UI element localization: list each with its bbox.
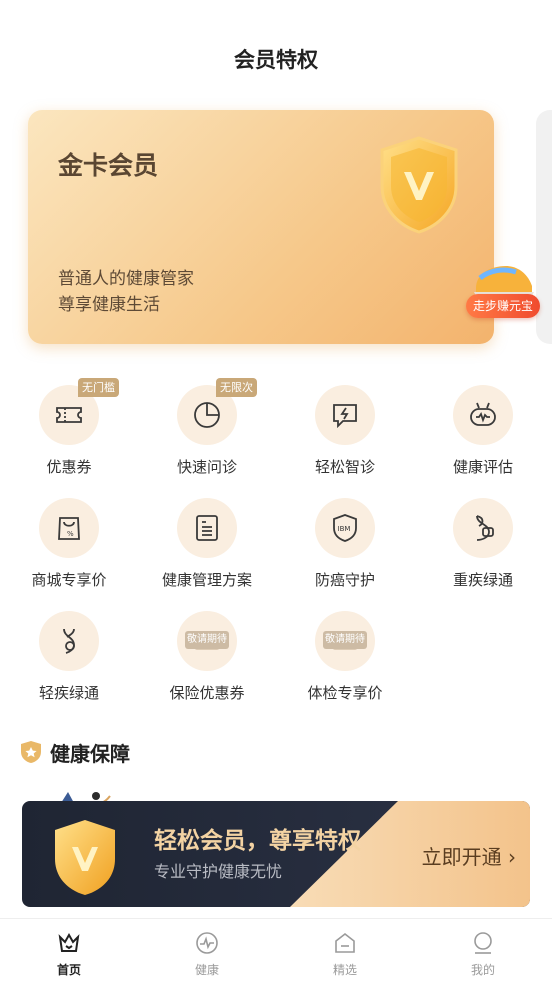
membership-upsell-banner[interactable]: 轻松会员，尊享特权 专业守护健康无忧 立即开通 › <box>22 801 530 907</box>
tag-badge: 无门槛 <box>78 378 119 397</box>
icon-circle: 敬请期待 <box>177 611 237 671</box>
tab-selection[interactable]: 精选 <box>276 919 414 981</box>
banner-title: 轻松会员，尊享特权 <box>154 828 361 854</box>
icon-circle <box>39 611 99 671</box>
benefit-health-plan[interactable]: 健康管理方案 <box>138 483 276 593</box>
promo-label: 走步赚元宝 <box>466 294 540 318</box>
icon-circle <box>453 385 513 445</box>
coming-soon-badge: 敬请期待 <box>323 631 367 649</box>
ibm-shield-icon: IBM <box>333 514 357 542</box>
chat-lightning-icon <box>333 404 357 429</box>
benefit-coupon[interactable]: 无门槛 优惠券 <box>0 370 138 480</box>
activate-button[interactable]: 立即开通 › <box>422 841 516 870</box>
benefit-health-assessment[interactable]: 健康评估 <box>414 370 552 480</box>
gold-shield-v-icon <box>55 820 115 895</box>
step-reward-promo[interactable]: 走步赚元宝 <box>466 258 542 322</box>
benefit-label: 优惠券 <box>46 458 92 476</box>
benefit-mall-price[interactable]: % 商城专享价 <box>0 483 138 593</box>
tab-label: 精选 <box>332 963 357 977</box>
gold-shield-v-icon <box>380 136 458 234</box>
selection-icon <box>335 932 355 953</box>
robot-icon <box>470 402 496 426</box>
benefit-label: 商城专享价 <box>31 571 107 589</box>
icon-circle <box>453 498 513 558</box>
benefit-cancer-guard[interactable]: IBM 防癌守护 <box>276 483 414 593</box>
tab-health[interactable]: 健康 <box>138 919 276 981</box>
tab-label: 首页 <box>56 963 81 977</box>
benefit-smart-diagnosis[interactable]: 轻松智诊 <box>276 370 414 480</box>
document-icon <box>196 515 218 541</box>
svg-text:IBM: IBM <box>338 525 351 533</box>
benefit-label: 轻疾绿通 <box>38 684 99 702</box>
home-crown-icon <box>58 932 80 952</box>
icon-circle: 敬请期待 <box>315 611 375 671</box>
icon-circle: IBM <box>315 498 375 558</box>
icon-circle <box>177 498 237 558</box>
pulse-icon <box>196 932 218 954</box>
sneaker-icon <box>474 266 534 296</box>
star-shield-icon <box>21 741 41 763</box>
benefit-insurance-coupon: 敬请期待 保险优惠券 <box>138 596 276 706</box>
ticket-icon <box>56 407 82 423</box>
benefit-label: 保险优惠券 <box>169 684 245 702</box>
section-title: 健康保障 <box>50 742 130 766</box>
clock-icon <box>194 402 220 428</box>
activate-label: 立即开通 <box>421 845 502 869</box>
benefit-checkup-price: 敬请期待 体检专享价 <box>276 596 414 706</box>
banner-subtitle: 专业守护健康无忧 <box>154 862 283 881</box>
coming-soon-badge: 敬请期待 <box>185 631 229 649</box>
tab-label: 我的 <box>470 963 495 977</box>
svg-text:%: % <box>67 530 74 538</box>
chevron-right-icon: › <box>508 845 516 869</box>
benefit-major-illness[interactable]: 重疾绿通 <box>414 483 552 593</box>
benefit-quick-consult[interactable]: 无限次 快速问诊 <box>138 370 276 480</box>
bottom-tab-bar: 首页 健康 精选 我的 <box>0 918 552 981</box>
benefit-label: 防癌守护 <box>314 571 375 589</box>
benefit-label: 快速问诊 <box>176 458 237 476</box>
dna-chat-icon <box>476 515 494 541</box>
page-title: 会员特权 <box>234 48 318 72</box>
card-slogan-1: 普通人的健康管家 <box>58 269 194 289</box>
benefit-label: 健康管理方案 <box>161 571 252 589</box>
membership-card[interactable]: 金卡会员 普通人的健康管家 尊享健康生活 <box>28 110 494 344</box>
card-title: 金卡会员 <box>58 151 159 180</box>
shopping-bag-icon: % <box>58 517 80 540</box>
dna-icon <box>63 628 75 654</box>
icon-circle: % <box>39 498 99 558</box>
benefit-label: 健康评估 <box>452 458 513 476</box>
tag-badge: 无限次 <box>216 378 257 397</box>
benefit-minor-illness[interactable]: 轻疾绿通 <box>0 596 138 706</box>
icon-circle <box>315 385 375 445</box>
benefit-label: 轻松智诊 <box>314 458 375 476</box>
user-icon <box>474 932 492 954</box>
card-slogan-2: 尊享健康生活 <box>58 295 160 315</box>
benefit-label: 体检专享价 <box>307 684 383 702</box>
tab-mine[interactable]: 我的 <box>414 919 552 981</box>
tab-home[interactable]: 首页 <box>0 919 138 981</box>
benefit-label: 重疾绿通 <box>452 571 513 589</box>
tab-label: 健康 <box>194 963 219 977</box>
